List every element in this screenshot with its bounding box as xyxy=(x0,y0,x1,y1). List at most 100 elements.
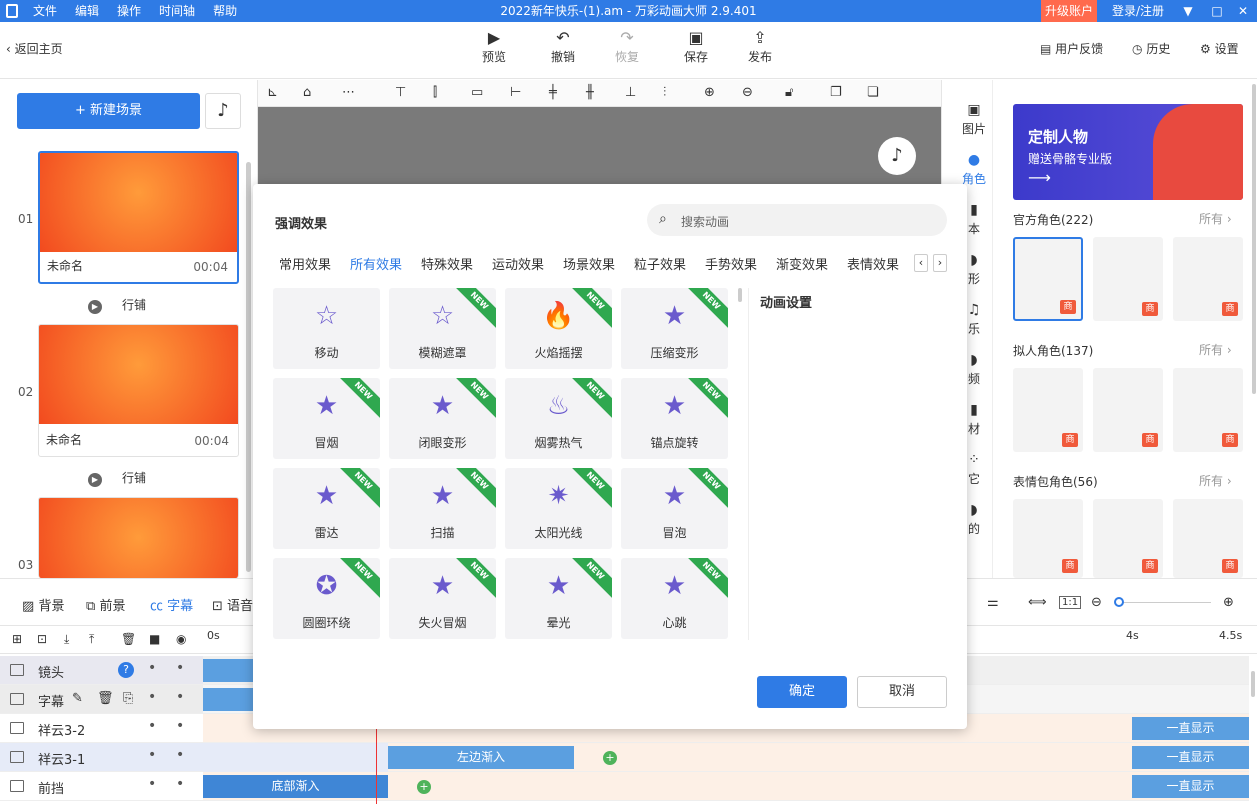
lock-icon[interactable]: ■ xyxy=(149,632,160,646)
add-folder-icon[interactable]: ⊞ xyxy=(12,632,22,646)
maximize-icon[interactable]: □ xyxy=(1206,0,1228,22)
add-effect-icon[interactable]: + xyxy=(603,751,617,765)
tab-subtitle[interactable]: ㏄ 字幕 xyxy=(150,595,193,614)
align-left-icon[interactable]: ⊢ xyxy=(510,85,521,100)
always-show-clip[interactable]: 一直显示 xyxy=(1132,746,1249,769)
preview-button[interactable]: ▶ 预览 xyxy=(469,28,519,65)
more-link[interactable]: 所有 › xyxy=(1199,210,1232,227)
paste-icon[interactable]: ❏ xyxy=(867,85,879,100)
effect-card[interactable]: ★ 锚点旋转 NEW xyxy=(621,378,728,459)
track-lane[interactable]: 左边渐入 + 一直显示 xyxy=(203,743,1249,772)
zoom-slider[interactable] xyxy=(1115,602,1211,603)
tab-motion[interactable]: 运动效果 xyxy=(492,254,544,273)
distribute-icon[interactable]: ⫿ xyxy=(433,85,437,100)
login-button[interactable]: 登录/注册 xyxy=(1112,0,1164,22)
close-icon[interactable]: ✕ xyxy=(1232,0,1254,22)
tab-scene[interactable]: 场景效果 xyxy=(563,254,615,273)
minimize-icon[interactable]: ▼ xyxy=(1177,0,1199,22)
new-scene-button[interactable]: + 新建场景 xyxy=(17,93,200,129)
feedback-button[interactable]: ▤ 用户反馈 xyxy=(1040,40,1103,57)
search-input[interactable]: ⌕ 搜索动画 xyxy=(647,204,947,236)
zoom-in-icon[interactable]: ⊕ xyxy=(704,85,715,100)
move-up-icon[interactable]: ⤒ xyxy=(89,632,94,647)
effect-card[interactable]: ★ 扫描 NEW xyxy=(389,468,496,549)
help-icon[interactable]: ? xyxy=(118,662,134,678)
track-row[interactable]: 祥云3-1 • • xyxy=(0,743,203,772)
tab-all[interactable]: 所有效果 xyxy=(350,254,402,273)
role-card[interactable]: 商 xyxy=(1093,499,1163,578)
align-center-icon[interactable]: ▭ xyxy=(471,85,483,100)
music-note-icon[interactable]: ♪ xyxy=(878,137,916,175)
more-link[interactable]: 所有 › xyxy=(1199,472,1232,489)
nav-mine[interactable]: ◗ 的 xyxy=(964,502,984,537)
effect-card[interactable]: ✪ 圆圈环绕 NEW xyxy=(273,558,380,639)
menu-operate[interactable]: 操作 xyxy=(108,0,150,22)
align-v-icon[interactable]: ╫ xyxy=(586,85,594,100)
nav-music[interactable]: ♫ 乐 xyxy=(964,302,984,337)
visibility-dot[interactable]: • xyxy=(148,660,156,676)
custom-character-banner[interactable]: 定制人物 赠送骨骼专业版 ⟶ xyxy=(1013,104,1243,200)
lock-dot[interactable]: • xyxy=(176,747,184,763)
lock-dot[interactable]: • xyxy=(176,660,184,676)
scrollbar[interactable] xyxy=(1252,84,1256,394)
edit-icon[interactable]: ✎ xyxy=(72,691,83,706)
scene-card[interactable]: 未命名 00:04 xyxy=(38,151,239,284)
camera-clip[interactable] xyxy=(203,659,253,682)
tabs-prev-icon[interactable]: ‹ xyxy=(914,254,928,272)
confirm-button[interactable]: 确定 xyxy=(757,676,847,708)
zoom-in-icon[interactable]: ⊕ xyxy=(1223,595,1234,610)
tabs-next-icon[interactable]: › xyxy=(933,254,947,272)
visibility-dot[interactable]: • xyxy=(148,776,156,792)
effect-card[interactable]: ☆ 移动 xyxy=(273,288,380,369)
cancel-button[interactable]: 取消 xyxy=(857,676,947,708)
upgrade-button[interactable]: 升级账户 xyxy=(1041,0,1098,22)
track-row[interactable]: 字幕 ✎ 🗑︎ ⎘ • • xyxy=(0,685,203,714)
role-card[interactable]: 商 xyxy=(1013,237,1083,321)
visibility-dot[interactable]: • xyxy=(148,689,156,705)
effect-card[interactable]: ☆ 模糊遮罩 NEW xyxy=(389,288,496,369)
nav-text[interactable]: ▮ 本 xyxy=(964,202,984,237)
align-bottom-icon[interactable]: ⊥ xyxy=(625,85,636,100)
lock-dot[interactable]: • xyxy=(176,718,184,734)
tab-gradient[interactable]: 渐变效果 xyxy=(776,254,828,273)
track-row[interactable]: 镜头 ? • • xyxy=(0,656,203,685)
always-show-clip[interactable]: 一直显示 xyxy=(1132,775,1249,798)
role-card[interactable]: 商 xyxy=(1013,499,1083,578)
nav-images[interactable]: ▣ 图片 xyxy=(954,102,994,137)
scrollbar[interactable] xyxy=(738,288,742,302)
fit-width-icon[interactable]: ⟺ xyxy=(1028,595,1047,610)
effect-card[interactable]: ★ 心跳 NEW xyxy=(621,558,728,639)
eye-icon[interactable]: ◉ xyxy=(176,632,186,646)
effect-card[interactable]: ✷ 太阳光线 NEW xyxy=(505,468,612,549)
bottom-fade-in-clip[interactable]: 底部渐入 xyxy=(203,775,388,798)
lock-icon[interactable]: 🔓︎ xyxy=(785,85,793,100)
tab-common[interactable]: 常用效果 xyxy=(279,254,331,273)
lock-dot[interactable]: • xyxy=(176,776,184,792)
actual-size-icon[interactable]: 1:1 xyxy=(1059,596,1082,609)
track-lane[interactable]: 底部渐入 + 一直显示 xyxy=(203,772,1249,801)
scrollbar[interactable] xyxy=(1251,671,1255,697)
subtitle-clip[interactable] xyxy=(203,688,253,711)
effect-card[interactable]: ★ 冒烟 NEW xyxy=(273,378,380,459)
role-card[interactable]: 商 xyxy=(1013,368,1083,452)
more-icon[interactable]: ⋯ xyxy=(342,85,355,100)
back-home-button[interactable]: ‹ 返回主页 xyxy=(6,40,63,57)
track-row[interactable]: 祥云3-2 • • xyxy=(0,714,203,743)
effect-card[interactable]: ★ 压缩变形 NEW xyxy=(621,288,728,369)
effect-card[interactable]: 🔥 火焰摇摆 NEW xyxy=(505,288,612,369)
menu-file[interactable]: 文件 xyxy=(24,0,66,22)
nav-video[interactable]: ◗ 频 xyxy=(964,352,984,387)
role-card[interactable]: 商 xyxy=(1173,237,1243,321)
zoom-slider-handle[interactable] xyxy=(1114,597,1124,607)
tab-foreground[interactable]: ⧉ 前景 xyxy=(86,595,125,614)
music-note-icon[interactable]: ♪ xyxy=(205,93,241,129)
tab-gesture[interactable]: 手势效果 xyxy=(705,254,757,273)
lock-dot[interactable]: • xyxy=(176,689,184,705)
zoom-out-icon[interactable]: ⊖ xyxy=(1091,595,1102,610)
undo-button[interactable]: ↶ 撤销 xyxy=(538,28,588,65)
menu-help[interactable]: 帮助 xyxy=(204,0,246,22)
always-show-clip[interactable]: 一直显示 xyxy=(1132,717,1249,740)
effect-card[interactable]: ★ 闭眼变形 NEW xyxy=(389,378,496,459)
menu-edit[interactable]: 编辑 xyxy=(66,0,108,22)
new-folder-icon[interactable]: ⊡ xyxy=(37,632,47,646)
